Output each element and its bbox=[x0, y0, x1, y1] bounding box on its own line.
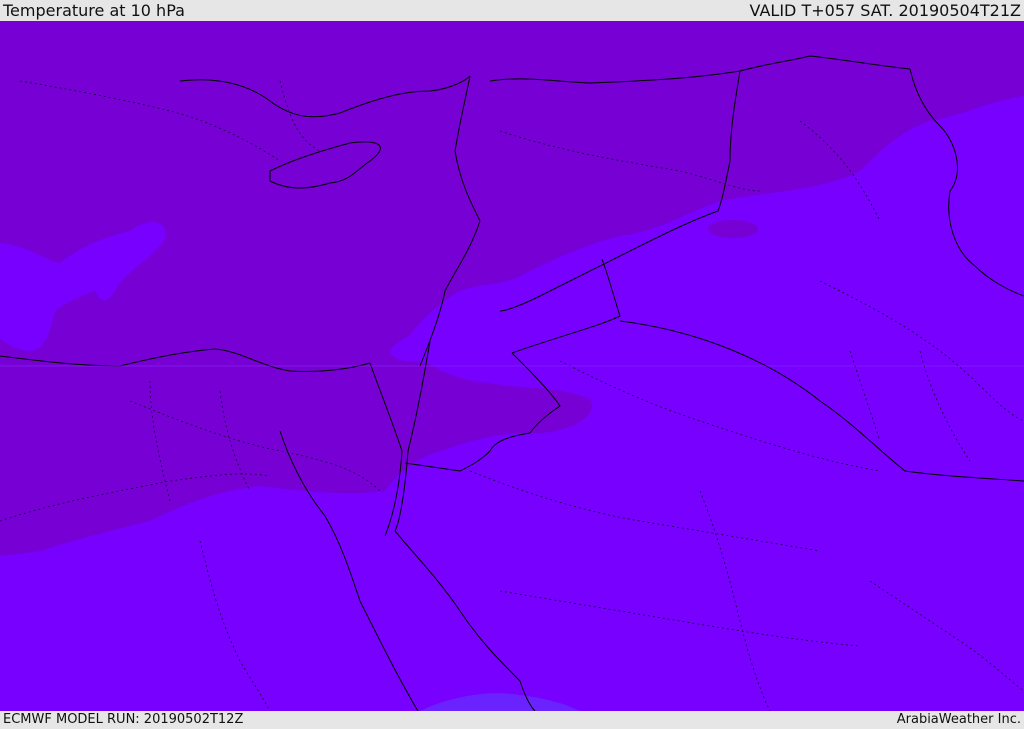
model-run-label: ECMWF MODEL RUN: 20190502T12Z bbox=[3, 712, 244, 727]
map-header: Temperature at 10 hPa VALID T+057 SAT. 2… bbox=[0, 0, 1024, 21]
map-footer: ECMWF MODEL RUN: 20190502T12Z ArabiaWeat… bbox=[0, 711, 1024, 729]
map-canvas bbox=[0, 21, 1024, 711]
warm-patch-iraq bbox=[708, 220, 758, 238]
temperature-map[interactable] bbox=[0, 21, 1024, 711]
credit-label: ArabiaWeather Inc. bbox=[896, 712, 1021, 727]
valid-time-label: VALID T+057 SAT. 20190504T21Z bbox=[749, 1, 1021, 20]
map-title: Temperature at 10 hPa bbox=[3, 1, 185, 20]
